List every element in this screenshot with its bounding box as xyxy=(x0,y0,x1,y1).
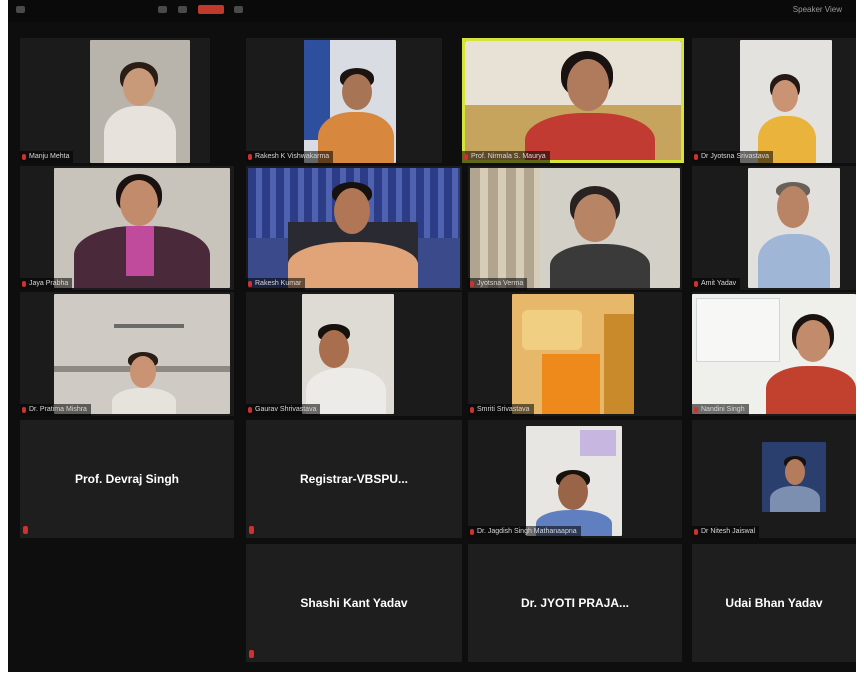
participant-video xyxy=(90,40,190,163)
meeting-top-bar: Speaker View xyxy=(8,0,856,22)
participant-tile[interactable]: Dr Nitesh Jaiswal xyxy=(692,420,856,538)
participant-name-label: Jaya Prabha xyxy=(20,278,73,290)
participant-tile-no-video[interactable]: Udai Bhan Yadav xyxy=(692,544,856,662)
participant-tile-no-video[interactable]: Registrar-VBSPU... xyxy=(246,420,462,538)
muted-mic-icon xyxy=(249,650,254,658)
participant-name-label: Prof. Nirmala S. Maurya xyxy=(462,151,550,163)
participant-name-label: Dr. Jagdish Singh Mathanaapna xyxy=(468,526,581,538)
participant-video xyxy=(512,294,634,414)
participant-name-label: Nandini Singh xyxy=(692,404,749,416)
pause-icon[interactable] xyxy=(234,6,243,13)
participant-video xyxy=(302,294,394,414)
muted-mic-icon xyxy=(694,407,698,413)
participant-tile-no-video[interactable]: Shashi Kant Yadav xyxy=(246,544,462,662)
participant-display-name: Dr. JYOTI PRAJA... xyxy=(520,596,630,610)
participant-name-label: Amit Yadav xyxy=(692,278,741,290)
muted-mic-icon xyxy=(23,526,28,534)
shield-icon[interactable] xyxy=(178,6,187,13)
muted-mic-icon xyxy=(249,526,254,534)
participant-name-label: Smriti Srivastava xyxy=(468,404,534,416)
zoom-meeting-window: Speaker View Manju Mehta Rakesh K Vishwa… xyxy=(8,0,856,672)
participant-tile[interactable]: Amit Yadav xyxy=(692,166,856,290)
participant-video xyxy=(304,40,396,163)
speaker-view-button[interactable]: Speaker View xyxy=(789,4,846,16)
muted-mic-icon xyxy=(470,407,474,413)
participant-display-name: Registrar-VBSPU... xyxy=(299,472,409,486)
participant-video xyxy=(748,168,840,288)
participant-video xyxy=(692,294,856,414)
participant-video xyxy=(740,40,832,163)
participant-display-name: Shashi Kant Yadav xyxy=(300,596,408,610)
muted-mic-icon xyxy=(694,529,698,535)
participant-tile-active-speaker[interactable]: Prof. Nirmala S. Maurya xyxy=(462,38,684,163)
info-icon[interactable] xyxy=(16,6,25,13)
participant-video xyxy=(762,442,826,512)
participant-tile[interactable]: Gaurav Shrivastava xyxy=(246,292,462,416)
participant-name-label: Dr Nitesh Jaiswal xyxy=(692,526,760,538)
participant-tile[interactable]: Jaya Prabha xyxy=(20,166,234,290)
muted-mic-icon xyxy=(248,154,252,160)
participant-name-label: Dr. Pratima Mishra xyxy=(20,404,91,416)
participant-name-label: Rakesh Kumar xyxy=(246,278,306,290)
participant-name-label: Gaurav Shrivastava xyxy=(246,404,321,416)
security-icon[interactable] xyxy=(158,6,167,13)
recording-indicator xyxy=(198,5,224,14)
participant-tile[interactable]: Smriti Srivastava xyxy=(468,292,682,416)
participant-tile[interactable]: Rakesh Kumar xyxy=(246,166,462,290)
participant-tile-no-video[interactable]: Prof. Devraj Singh xyxy=(20,420,234,538)
participant-name-label: Dr Jyotsna Srivastava xyxy=(692,151,774,163)
muted-mic-icon xyxy=(22,154,26,160)
muted-mic-icon xyxy=(694,281,698,287)
muted-mic-icon xyxy=(248,281,252,287)
participant-tile[interactable]: Dr Jyotsna Srivastava xyxy=(692,38,856,163)
muted-mic-icon xyxy=(22,407,26,413)
participant-video xyxy=(465,41,681,160)
muted-mic-icon xyxy=(694,154,698,160)
participant-video xyxy=(470,168,680,288)
participant-video xyxy=(54,168,230,288)
muted-mic-icon xyxy=(470,281,474,287)
participant-name-label: Rakesh K Vishwakarma xyxy=(246,151,334,163)
participant-display-name: Udai Bhan Yadav xyxy=(725,596,823,610)
participant-video xyxy=(54,294,230,414)
participant-name-label: Jyotsna Verma xyxy=(468,278,528,290)
participant-tile[interactable]: Dr. Pratima Mishra xyxy=(20,292,234,416)
participant-name-label: Manju Mehta xyxy=(20,151,74,163)
muted-mic-icon xyxy=(470,529,474,535)
muted-mic-icon xyxy=(464,154,468,160)
participant-video xyxy=(248,168,460,288)
participant-tile[interactable]: Jyotsna Verma xyxy=(468,166,682,290)
participant-video xyxy=(526,426,622,536)
participant-tile-no-video[interactable]: Dr. JYOTI PRAJA... xyxy=(468,544,682,662)
muted-mic-icon xyxy=(248,407,252,413)
participant-tile[interactable]: Rakesh K Vishwakarma xyxy=(246,38,442,163)
participant-tile[interactable]: Manju Mehta xyxy=(20,38,210,163)
muted-mic-icon xyxy=(22,281,26,287)
participant-display-name: Prof. Devraj Singh xyxy=(74,472,180,486)
participant-tile[interactable]: Nandini Singh xyxy=(692,292,856,416)
participant-tile[interactable]: Dr. Jagdish Singh Mathanaapna xyxy=(468,420,682,538)
